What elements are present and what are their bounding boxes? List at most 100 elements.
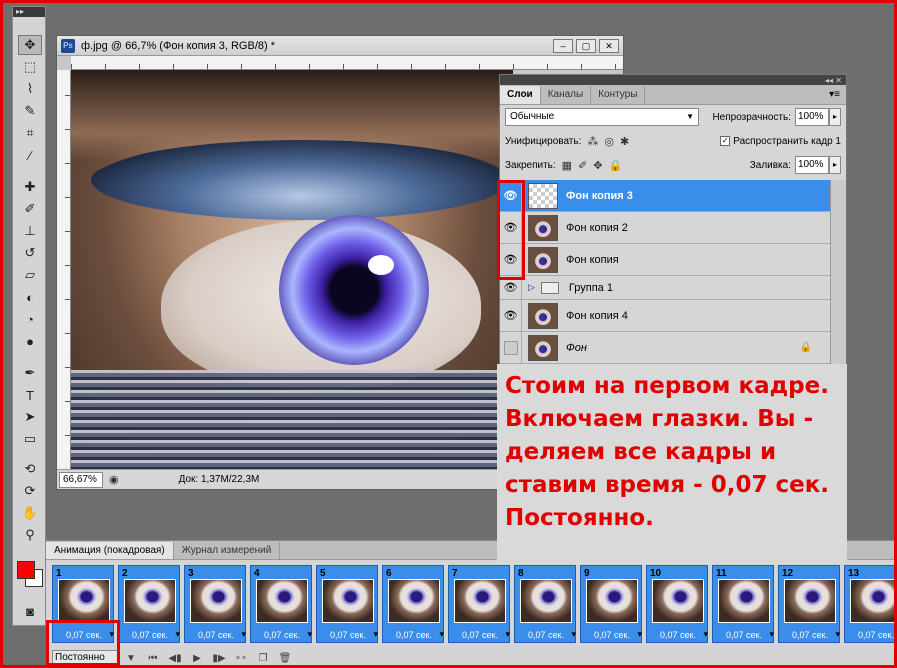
quick-select-tool-icon[interactable]: ✎ — [18, 101, 42, 121]
frame-delay[interactable]: 0,07 сек. — [254, 629, 312, 640]
frame-delay[interactable]: 0,07 сек. — [584, 629, 642, 640]
3d-orbit-tool-icon[interactable]: ⟳ — [18, 481, 42, 501]
tween-icon[interactable]: ∘∘ — [230, 653, 252, 664]
tab-layers[interactable]: Слои — [500, 86, 541, 104]
layer-group-row[interactable]: 👁 ▷ Группа 1 — [500, 276, 830, 300]
quick-mask-icon[interactable]: ◙ — [18, 601, 42, 621]
play-icon[interactable]: ▶ — [186, 653, 208, 664]
animation-frame[interactable]: 4 0,07 сек. — [250, 565, 312, 643]
layers-panel-header[interactable]: ◂◂ ✕ — [500, 75, 846, 85]
frame-delay[interactable]: 0,07 сек. — [386, 629, 444, 640]
layers-scrollbar[interactable] — [830, 180, 846, 365]
document-title-bar[interactable]: Ps ф.jpg @ 66,7% (Фон копия 3, RGB/8) * … — [57, 36, 623, 56]
marquee-tool-icon[interactable]: ⬚ — [18, 57, 42, 77]
layer-row[interactable]: 👁 Фон копия 2 — [500, 212, 830, 244]
animation-frame[interactable]: 12 0,07 сек. — [778, 565, 840, 643]
minimize-icon[interactable]: – — [553, 39, 573, 53]
unify-position-icon[interactable]: ⁂ — [587, 135, 598, 148]
zoom-tool-icon[interactable]: ⚲ — [18, 525, 42, 545]
opacity-input[interactable]: 100% — [795, 108, 829, 126]
lock-pixels-icon[interactable]: ✐ — [578, 159, 587, 172]
loop-dropdown-icon[interactable]: ▼ — [120, 653, 142, 664]
delete-frame-icon[interactable]: 🗑 — [274, 653, 296, 664]
frame-delay[interactable]: 0,07 сек. — [716, 629, 774, 640]
animation-frame[interactable]: 11 0,07 сек. — [712, 565, 774, 643]
frame-thumbnail — [784, 579, 836, 623]
opacity-arrow-icon[interactable]: ▸ — [829, 108, 841, 126]
history-brush-tool-icon[interactable]: ↺ — [18, 243, 42, 263]
animation-frame[interactable]: 9 0,07 сек. — [580, 565, 642, 643]
paint-bucket-tool-icon[interactable]: ◐ — [18, 287, 42, 307]
frame-delay[interactable]: 0,07 сек. — [452, 629, 510, 640]
blur-tool-icon[interactable]: ◔ — [18, 309, 42, 329]
frame-delay[interactable]: 0,07 сек. — [188, 629, 246, 640]
clone-stamp-tool-icon[interactable]: ⊥ — [18, 221, 42, 241]
lasso-tool-icon[interactable]: ⌇ — [18, 79, 42, 99]
tab-measurement-log[interactable]: Журнал измерений — [174, 542, 281, 559]
3d-rotate-tool-icon[interactable]: ⟲ — [18, 459, 42, 479]
ruler-horizontal[interactable] — [71, 56, 623, 70]
fill-input[interactable]: 100% — [795, 156, 829, 174]
layer-row[interactable]: 👁 Фон копия — [500, 244, 830, 276]
foreground-color-swatch[interactable] — [17, 561, 35, 579]
layer-row[interactable]: 👁 Фон копия 4 — [500, 300, 830, 332]
hand-tool-icon[interactable]: ✋ — [18, 503, 42, 523]
status-options-icon[interactable]: ◉ — [109, 473, 119, 486]
lock-transparency-icon[interactable]: ▦ — [562, 159, 572, 172]
pen-tool-icon[interactable]: ✒ — [18, 363, 42, 383]
animation-frame[interactable]: 10 0,07 сек. — [646, 565, 708, 643]
frame-delay[interactable]: 0,07 сек. — [122, 629, 180, 640]
frame-delay[interactable]: 0,07 сек. — [650, 629, 708, 640]
animation-frame[interactable]: 13 0,07 сек. — [844, 565, 897, 643]
tools-panel-header[interactable]: ▸▸ — [13, 7, 45, 17]
ruler-vertical[interactable] — [57, 70, 71, 470]
eye-visibility-off-icon[interactable] — [500, 332, 522, 363]
propagate-label: Распространить кадр 1 — [733, 135, 841, 147]
eye-visibility-icon[interactable]: 👁 — [500, 300, 522, 331]
animation-frame[interactable]: 2 0,07 сек. — [118, 565, 180, 643]
blend-mode-select[interactable]: Обычные — [505, 108, 699, 126]
duplicate-frame-icon[interactable]: ❐ — [252, 653, 274, 664]
layer-row[interactable]: Фон 🔒 — [500, 332, 830, 364]
tab-animation[interactable]: Анимация (покадровая) — [46, 542, 174, 559]
first-frame-icon[interactable]: ⏮ — [142, 653, 164, 664]
animation-frame[interactable]: 6 0,07 сек. — [382, 565, 444, 643]
zoom-field[interactable]: 66,67% — [59, 471, 103, 488]
unify-style-icon[interactable]: ✱ — [620, 135, 629, 148]
move-tool-icon[interactable]: ✥ — [18, 35, 42, 55]
dodge-tool-icon[interactable]: ● — [18, 331, 42, 351]
healing-brush-tool-icon[interactable]: ✚ — [18, 177, 42, 197]
frame-delay[interactable]: 0,07 сек. — [518, 629, 576, 640]
animation-frame[interactable]: 5 0,07 сек. — [316, 565, 378, 643]
frame-delay[interactable]: 0,07 сек. — [782, 629, 840, 640]
next-frame-icon[interactable]: ▮▶ — [208, 653, 230, 664]
panel-menu-icon[interactable]: ▾≡ — [829, 86, 846, 104]
tab-channels[interactable]: Каналы — [541, 86, 592, 104]
crop-tool-icon[interactable]: ⌗ — [18, 123, 42, 143]
animation-frame[interactable]: 3 0,07 сек. — [184, 565, 246, 643]
previous-frame-icon[interactable]: ◀▮ — [164, 653, 186, 664]
image-canvas[interactable] — [71, 70, 513, 470]
shape-tool-icon[interactable]: ▭ — [18, 429, 42, 449]
expand-group-icon[interactable]: ▷ — [528, 282, 535, 293]
unify-label: Унифицировать: — [505, 135, 582, 147]
eyedropper-tool-icon[interactable]: ⁄ — [18, 145, 42, 165]
eraser-tool-icon[interactable]: ▱ — [18, 265, 42, 285]
lock-all-icon[interactable]: 🔒 — [609, 159, 623, 172]
animation-frame[interactable]: 8 0,07 сек. — [514, 565, 576, 643]
type-tool-icon[interactable]: T — [18, 385, 42, 405]
close-icon[interactable]: ✕ — [599, 39, 619, 53]
unify-visibility-icon[interactable]: ◎ — [604, 135, 614, 148]
path-select-tool-icon[interactable]: ➤ — [18, 407, 42, 427]
frame-delay[interactable]: 0,07 сек. — [320, 629, 378, 640]
tab-paths[interactable]: Контуры — [591, 86, 646, 104]
restore-icon[interactable]: ▢ — [576, 39, 596, 53]
color-swatches[interactable] — [15, 547, 45, 587]
brush-tool-icon[interactable]: ✐ — [18, 199, 42, 219]
fill-arrow-icon[interactable]: ▸ — [829, 156, 841, 174]
layer-row[interactable]: 👁 Фон копия 3 — [500, 180, 830, 212]
frame-delay[interactable]: 0,07 сек. — [848, 630, 897, 640]
animation-frame[interactable]: 7 0,07 сек. — [448, 565, 510, 643]
propagate-checkbox[interactable]: ✓ — [720, 136, 731, 146]
lock-position-icon[interactable]: ✥ — [593, 159, 602, 172]
